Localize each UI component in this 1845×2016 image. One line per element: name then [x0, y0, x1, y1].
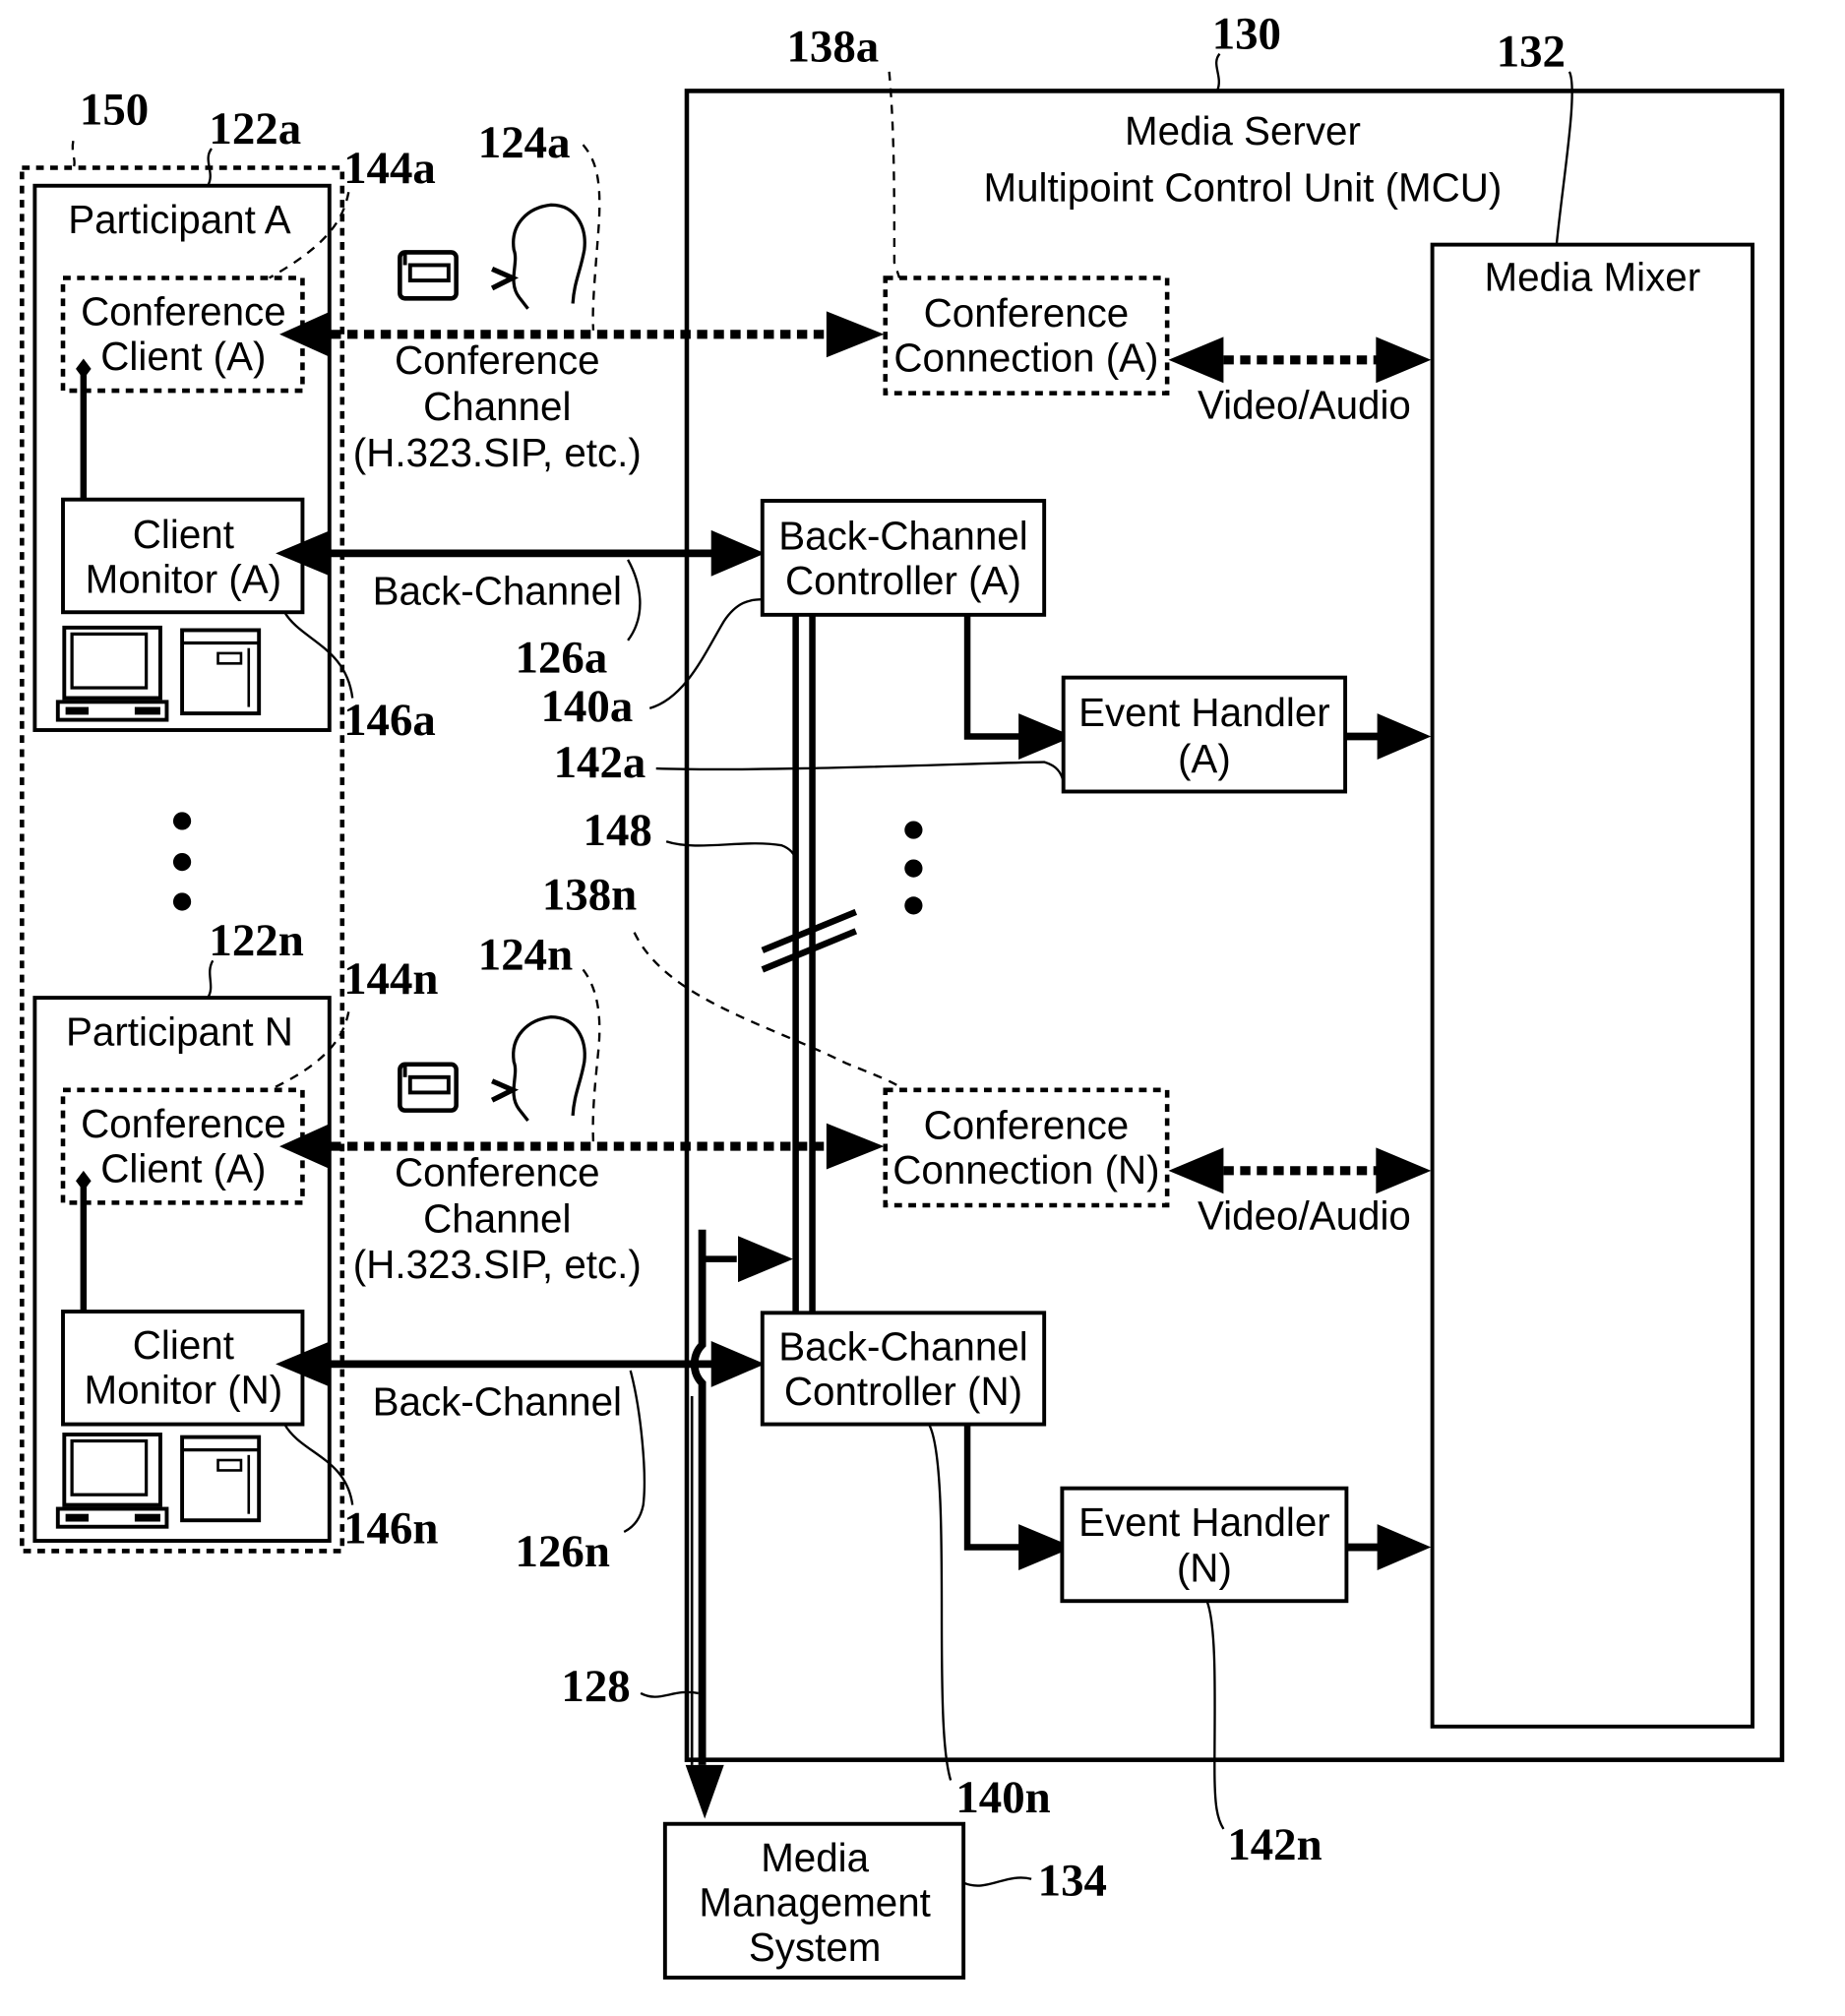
- conference-connection-a-line1: Conference: [924, 290, 1130, 336]
- event-handler-n: Event Handler (N): [1060, 1486, 1349, 1604]
- ref-label-148: 148: [584, 805, 652, 856]
- back-channel-controller-n: Back-Channel Controller (N): [760, 1311, 1047, 1427]
- conference-client-n-line2: Client (A): [100, 1146, 266, 1191]
- leader-134: [962, 1876, 1032, 1887]
- video-audio-label-n: Video/Audio: [1198, 1193, 1411, 1239]
- bcc-a-line1: Back-Channel: [778, 513, 1027, 558]
- ellipsis-vertical-icon: [172, 812, 192, 911]
- back-channel-n-label: Back-Channel: [373, 1378, 622, 1424]
- conference-client-a-line2: Client (A): [100, 334, 266, 379]
- ref-label-130: 130: [1212, 8, 1281, 59]
- conference-channel-a-line2: Channel: [423, 384, 571, 429]
- bcc-n-line1: Back-Channel: [778, 1323, 1027, 1369]
- ref-label-146a: 146a: [343, 695, 436, 746]
- arrow-head-down-icon: [685, 1764, 724, 1819]
- participant-a-title: Participant A: [68, 197, 291, 242]
- client-monitor-n-line1: Client: [133, 1322, 234, 1368]
- event-handler-a: Event Handler (A): [1061, 675, 1348, 794]
- leader-126n: [623, 1370, 646, 1533]
- ref-label-122n: 122n: [209, 915, 303, 966]
- back-channel-a-label: Back-Channel: [373, 568, 622, 613]
- conference-connection-a-line2: Connection (A): [893, 336, 1158, 381]
- speaking-head-icon: [490, 203, 586, 310]
- ref-label-138a: 138a: [787, 21, 880, 72]
- mms-line1: Media: [761, 1835, 869, 1880]
- mcu-title: Multipoint Control Unit (MCU): [984, 164, 1503, 210]
- ref-label-124a: 124a: [478, 117, 571, 168]
- mcu-back-channel-diagram: Media Server Multipoint Control Unit (MC…: [20, 8, 1785, 1980]
- ref-label-122a: 122a: [209, 103, 301, 154]
- ref-label-140a: 140a: [541, 681, 634, 732]
- ellipsis-vertical-icon: [904, 821, 923, 915]
- conference-channel-n-line3: (H.323.SIP, etc.): [353, 1242, 642, 1287]
- conference-connection-n-line1: Conference: [924, 1102, 1130, 1147]
- ref-label-140n: 140n: [955, 1772, 1050, 1823]
- conference-connection-a: Conference Connection (A): [883, 275, 1170, 396]
- ref-label-138n: 138n: [542, 869, 637, 920]
- telephone-icon: [398, 250, 459, 301]
- conference-channel-n-line2: Channel: [423, 1195, 571, 1241]
- ref-label-126n: 126n: [516, 1526, 610, 1577]
- video-audio-label-a: Video/Audio: [1198, 383, 1411, 428]
- bcc-n-line2: Controller (N): [784, 1369, 1022, 1414]
- ref-label-150: 150: [80, 84, 149, 135]
- event-handler-a-line1: Event Handler: [1078, 690, 1330, 735]
- leader-126a: [627, 559, 642, 641]
- client-monitor-a-line1: Client: [133, 512, 234, 557]
- event-handler-n-line2: (N): [1177, 1546, 1232, 1591]
- conference-client-a-line1: Conference: [81, 289, 286, 335]
- speaking-head-icon: [490, 1014, 586, 1123]
- ref-label-144a: 144a: [343, 143, 436, 194]
- conference-connection-n: Conference Connection (N): [883, 1087, 1170, 1208]
- media-management-system: Media Management System: [662, 1821, 966, 1980]
- event-handler-a-line2: (A): [1178, 736, 1231, 781]
- ref-label-132: 132: [1497, 27, 1566, 78]
- media-server-title: Media Server: [1125, 108, 1361, 153]
- telephone-icon: [398, 1062, 459, 1113]
- ref-label-142a: 142a: [554, 737, 646, 788]
- leader-150: [71, 140, 76, 169]
- client-monitor-a-line2: Monitor (A): [86, 557, 282, 602]
- conference-client-n-line1: Conference: [81, 1101, 286, 1146]
- ref-label-126a: 126a: [516, 632, 608, 683]
- media-mixer-label: Media Mixer: [1484, 255, 1700, 300]
- client-monitor-n-line2: Monitor (N): [84, 1368, 282, 1413]
- event-handler-n-line1: Event Handler: [1078, 1499, 1330, 1545]
- back-channel-controller-a: Back-Channel Controller (A): [760, 499, 1047, 617]
- conference-channel-a-line3: (H.323.SIP, etc.): [353, 430, 642, 475]
- conference-channel-a-line1: Conference: [395, 337, 600, 383]
- ref-label-142n: 142n: [1227, 1819, 1322, 1870]
- ref-label-134: 134: [1038, 1856, 1107, 1907]
- ref-label-144n: 144n: [343, 953, 438, 1005]
- ref-label-124n: 124n: [478, 929, 573, 980]
- ref-label-128: 128: [561, 1661, 630, 1712]
- participant-n-title: Participant N: [66, 1008, 293, 1054]
- ref-label-146n: 146n: [343, 1503, 438, 1555]
- conference-channel-n-line1: Conference: [395, 1149, 600, 1194]
- media-mixer: Media Mixer: [1430, 242, 1755, 1729]
- mms-line2: Management: [699, 1879, 930, 1924]
- bcc-a-line2: Controller (A): [785, 558, 1021, 603]
- participant-n: Participant N Conference Client (A) Clie…: [32, 996, 332, 1543]
- conference-connection-n-line2: Connection (N): [892, 1147, 1159, 1192]
- mms-line3: System: [749, 1924, 882, 1970]
